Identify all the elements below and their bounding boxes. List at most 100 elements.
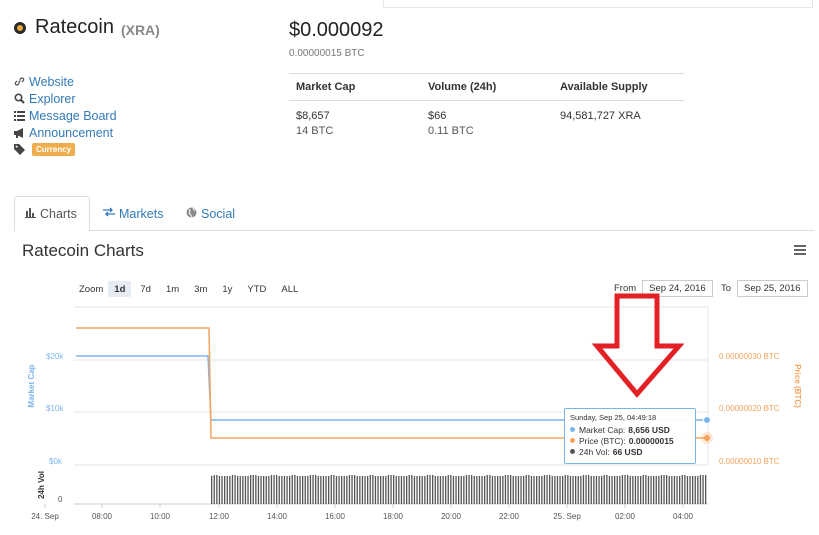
volume-bar xyxy=(634,476,637,504)
volume-bar xyxy=(671,476,673,504)
volume-bar xyxy=(299,476,301,504)
volume-bar xyxy=(606,475,608,504)
volume-bar xyxy=(239,476,241,504)
volume-bar xyxy=(484,476,486,504)
volume-bar xyxy=(400,476,403,504)
volume-bar xyxy=(424,476,426,504)
volume-bar xyxy=(624,475,626,504)
volume-bar xyxy=(616,476,618,504)
volume-bar xyxy=(294,475,296,504)
tooltip-row-market-cap: Market Cap: 8,656 USD xyxy=(570,424,690,435)
volume-bar xyxy=(471,475,473,504)
volume-bar xyxy=(268,476,270,504)
volume-bar xyxy=(473,476,475,504)
volume-bar xyxy=(551,476,553,504)
volume-bar xyxy=(281,476,283,504)
volume-bar xyxy=(692,476,694,504)
volume-bar xyxy=(556,476,559,504)
volume-bar xyxy=(260,476,262,504)
volume-bar xyxy=(270,475,273,504)
volume-tick-0: 0 xyxy=(58,495,63,504)
volume-bar xyxy=(320,476,322,504)
rtick-20: 0.00000020 BTC xyxy=(719,404,780,413)
volume-bar xyxy=(515,476,517,504)
x-tick-label: 02:00 xyxy=(615,512,636,521)
volume-bar xyxy=(330,475,332,504)
volume-bar xyxy=(309,475,312,504)
volume-bar xyxy=(468,475,470,504)
volume-bar xyxy=(393,475,395,504)
volume-bar xyxy=(520,476,522,504)
volume-bar xyxy=(213,475,215,504)
volume-bar xyxy=(250,475,252,504)
volume-bar xyxy=(530,476,533,504)
volume-bar xyxy=(211,476,213,504)
volume-bar xyxy=(702,475,704,504)
volume-bar xyxy=(640,476,642,504)
volume-bar xyxy=(429,475,431,504)
volume-bar xyxy=(637,476,639,504)
tooltip-value: 66 USD xyxy=(612,446,643,457)
volume-bar xyxy=(603,475,605,504)
x-tick-label: 08:00 xyxy=(92,512,113,521)
volume-bar xyxy=(237,476,239,504)
volume-bar xyxy=(369,475,371,504)
volume-bar xyxy=(265,476,267,504)
volume-bar xyxy=(549,475,551,504)
volume-bar xyxy=(598,476,600,504)
volume-bar xyxy=(632,476,634,504)
price-chart[interactable]: $20k $10k $0k Market Cap 0.00000030 BTC … xyxy=(0,0,819,535)
volume-bar xyxy=(244,476,247,504)
chart-tooltip: Sunday, Sep 25, 04:49:18 Market Cap: 8,6… xyxy=(564,408,696,464)
volume-bar xyxy=(564,475,566,504)
volume-bar xyxy=(697,476,699,504)
volume-bar xyxy=(705,475,707,504)
tooltip-label: Price (BTC): xyxy=(579,435,626,446)
volume-bar xyxy=(263,476,265,504)
x-tick-label: 14:00 xyxy=(267,512,288,521)
volume-bar xyxy=(359,476,361,504)
volume-bar xyxy=(437,476,439,504)
volume-bar xyxy=(543,475,546,504)
volume-bar xyxy=(216,475,218,504)
volume-bar xyxy=(458,476,460,504)
volume-bar xyxy=(593,476,595,504)
volume-bar xyxy=(676,476,678,504)
volume-bar xyxy=(569,476,572,504)
volume-bar xyxy=(679,476,681,504)
volume-bar xyxy=(390,475,392,504)
tooltip-row-price: Price (BTC): 0.00000015 xyxy=(570,435,690,446)
volume-bar xyxy=(445,476,447,504)
volume-bar xyxy=(491,476,494,504)
volume-axis-title: 24h Vol xyxy=(37,471,46,499)
volume-bar xyxy=(608,476,611,504)
volume-bar xyxy=(681,475,683,504)
volume-bar xyxy=(356,476,358,504)
volume-bar xyxy=(504,475,507,504)
tooltip-label: Market Cap: xyxy=(579,424,626,435)
volume-bar xyxy=(476,476,478,504)
volume-bar xyxy=(582,475,585,504)
volume-bar xyxy=(567,475,569,504)
rtick-30: 0.00000030 BTC xyxy=(719,352,780,361)
volume-bar xyxy=(533,476,535,504)
volume-bar xyxy=(668,476,670,504)
volume-bar xyxy=(629,476,631,504)
volume-bar xyxy=(481,476,483,504)
volume-bar xyxy=(338,476,340,504)
volume-bar xyxy=(645,475,647,504)
volume-bar xyxy=(426,475,429,504)
volume-bar xyxy=(351,475,353,504)
volume-bar xyxy=(361,476,364,504)
tooltip-value: 0.00000015 xyxy=(628,435,674,446)
volume-bar xyxy=(684,475,686,504)
volume-bar xyxy=(372,475,374,504)
volume-bar xyxy=(434,476,436,504)
volume-bar xyxy=(452,476,455,504)
volume-bar xyxy=(377,476,379,504)
volume-bar xyxy=(463,476,465,504)
volume-bar xyxy=(221,476,223,504)
volume-bar xyxy=(588,475,590,504)
x-tick-label: 24. Sep xyxy=(31,512,59,521)
volume-bar xyxy=(686,476,689,504)
